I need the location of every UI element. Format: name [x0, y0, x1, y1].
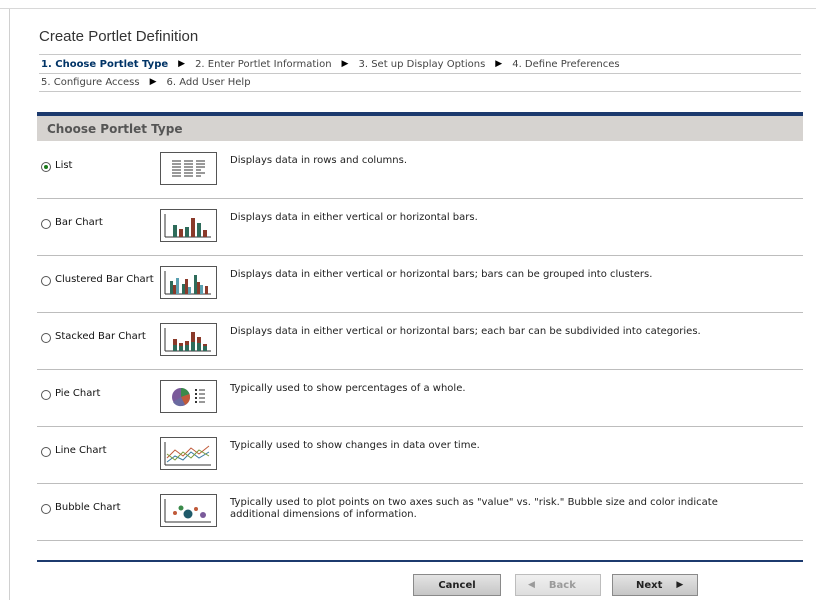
right-triangle-arrow-icon: ▶ — [341, 59, 349, 69]
cancel-button[interactable]: Cancel — [413, 574, 501, 596]
next-button-label: Next — [636, 579, 663, 591]
step-set-up-display-options[interactable]: 3. Set up Display Options — [356, 59, 487, 70]
option-description: Displays data in rows and columns. — [230, 155, 408, 166]
option-bubble-chart[interactable]: Bubble Chart Typically used to plot poin… — [37, 484, 803, 541]
radio-bar-chart[interactable] — [41, 219, 51, 229]
option-description: Displays data in either vertical or hori… — [230, 212, 478, 223]
radio-stacked-bar-chart[interactable] — [41, 333, 51, 343]
option-label[interactable]: List — [55, 160, 72, 171]
option-stacked-bar-chart[interactable]: Stacked Bar Chart Displays data in eithe… — [37, 313, 803, 370]
cancel-button-label: Cancel — [438, 579, 476, 591]
stacked-bar-chart-thumbnail-icon — [160, 323, 217, 356]
right-triangle-arrow-icon: ▶ — [178, 59, 186, 69]
wizard-steps-row-1: 1. Choose Portlet Type ▶ 2. Enter Portle… — [39, 54, 801, 74]
radio-pie-chart[interactable] — [41, 390, 51, 400]
option-description: Displays data in either vertical or hori… — [230, 326, 701, 337]
right-triangle-arrow-icon: ▶ — [495, 59, 503, 69]
option-description: Displays data in either vertical or hori… — [230, 269, 653, 280]
bar-chart-thumbnail-icon — [160, 209, 217, 242]
right-triangle-arrow-icon: ▶ — [149, 77, 157, 87]
back-button[interactable]: ◀ Back — [515, 574, 601, 596]
option-label[interactable]: Pie Chart — [55, 388, 100, 399]
option-bar-chart[interactable]: Bar Chart Displays data in either vertic… — [37, 199, 803, 256]
option-label[interactable]: Line Chart — [55, 445, 107, 456]
radio-bubble-chart[interactable] — [41, 504, 51, 514]
section-bottom-bar — [37, 560, 803, 562]
radio-clustered-bar-chart[interactable] — [41, 276, 51, 286]
option-description: Typically used to plot points on two axe… — [230, 497, 718, 520]
pie-chart-thumbnail-icon — [160, 380, 217, 413]
window-top-edge — [0, 0, 816, 9]
option-label[interactable]: Bubble Chart — [55, 502, 120, 513]
section-header: Choose Portlet Type — [37, 116, 803, 141]
step-define-preferences[interactable]: 4. Define Preferences — [510, 59, 621, 70]
option-description: Typically used to show percentages of a … — [230, 383, 466, 394]
wizard-steps-row-2: 5. Configure Access ▶ 6. Add User Help — [39, 73, 801, 92]
option-line-chart[interactable]: Line Chart Typically used to show change… — [37, 427, 803, 484]
clustered-bar-chart-thumbnail-icon — [160, 266, 217, 299]
step-add-user-help[interactable]: 6. Add User Help — [165, 77, 253, 88]
bubble-chart-thumbnail-icon — [160, 494, 217, 527]
option-label[interactable]: Stacked Bar Chart — [55, 331, 146, 342]
step-choose-portlet-type[interactable]: 1. Choose Portlet Type — [39, 59, 170, 70]
back-button-label: Back — [548, 579, 576, 591]
option-label[interactable]: Bar Chart — [55, 217, 103, 228]
option-pie-chart[interactable]: Pie Chart Typically used to show percent… — [37, 370, 803, 427]
list-thumbnail-icon — [160, 152, 217, 185]
step-configure-access[interactable]: 5. Configure Access — [39, 77, 142, 88]
right-triangle-arrow-icon: ▶ — [676, 580, 684, 590]
option-label[interactable]: Clustered Bar Chart — [55, 274, 154, 285]
step-enter-portlet-information[interactable]: 2. Enter Portlet Information — [193, 59, 333, 70]
left-triangle-arrow-icon: ◀ — [528, 580, 535, 590]
radio-list[interactable] — [41, 162, 51, 172]
next-button[interactable]: Next ▶ — [612, 574, 698, 596]
line-chart-thumbnail-icon — [160, 437, 217, 470]
window-left-edge — [9, 9, 10, 600]
page-title: Create Portlet Definition — [39, 28, 199, 45]
option-description: Typically used to show changes in data o… — [230, 440, 480, 451]
portlet-type-options: List Displays data in rows and columns. … — [37, 142, 803, 541]
option-clustered-bar-chart[interactable]: Clustered Bar Chart Displays data in eit… — [37, 256, 803, 313]
radio-line-chart[interactable] — [41, 447, 51, 457]
option-list[interactable]: List Displays data in rows and columns. — [37, 142, 803, 199]
